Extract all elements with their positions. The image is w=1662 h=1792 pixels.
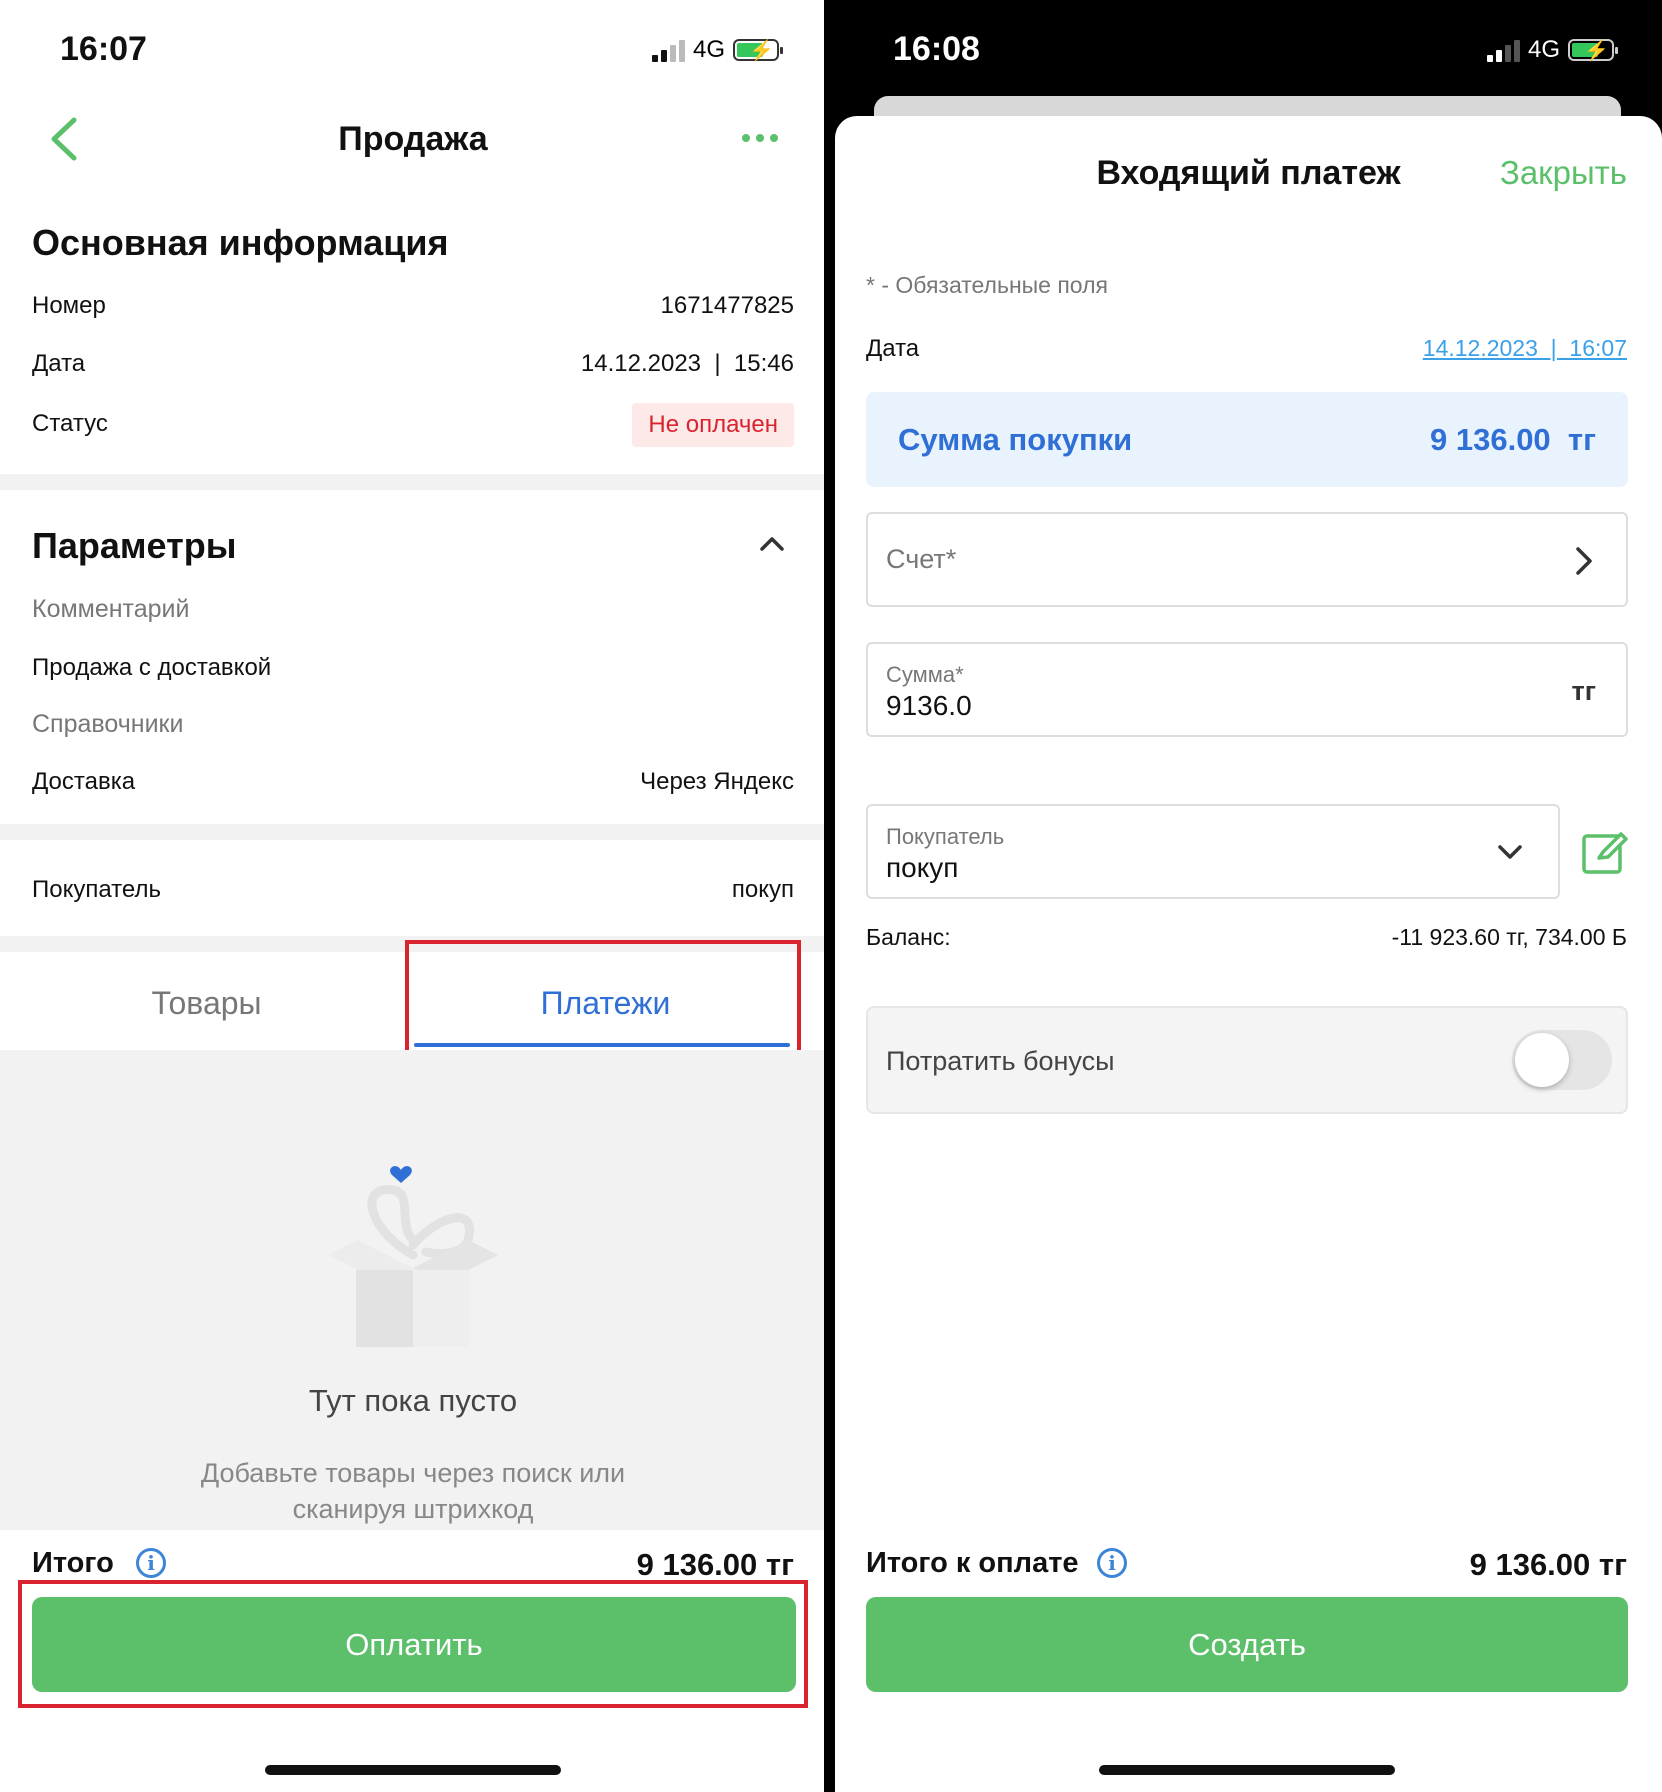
edit-icon [1582, 832, 1628, 874]
bonus-row: Потратить бонусы [866, 1006, 1628, 1114]
divider [0, 474, 824, 490]
comment-label: Комментарий [32, 595, 190, 623]
bonus-toggle[interactable] [1512, 1030, 1612, 1090]
toggle-knob [1515, 1033, 1569, 1087]
tab-products[interactable]: Товары [0, 985, 413, 1022]
total-value: 9 136.00 тг [636, 1547, 794, 1582]
signal-icon [1487, 38, 1520, 62]
close-button[interactable]: Закрыть [1500, 154, 1627, 192]
account-field[interactable]: Счет* [866, 512, 1628, 607]
chevron-down-icon [1498, 845, 1522, 859]
create-button[interactable]: Создать [866, 1597, 1628, 1692]
sum-value: 9136.0 [886, 690, 972, 721]
purchase-sum-label: Сумма покупки [898, 422, 1133, 457]
buyer-dropdown[interactable]: Покупатель покуп [866, 804, 1560, 899]
info-icon[interactable]: i [136, 1548, 166, 1578]
date-picker[interactable]: 14.12.2023 | 16:07 [1423, 335, 1627, 362]
incoming-payment-screen: 16:08 4G ⚡ Входящий платеж Закрыть * - О… [835, 0, 1662, 1792]
signal-icon [652, 38, 685, 62]
total-value: 9 136.00 тг [1469, 1547, 1627, 1582]
date-label: Дата [866, 335, 920, 362]
more-options-icon[interactable] [742, 128, 788, 148]
balance-value: -11 923.60 тг, 734.00 Б [1391, 924, 1627, 950]
delivery-value: Через Яндекс [640, 768, 794, 795]
buyer-value: покуп [886, 852, 959, 883]
sum-currency: тг [1571, 676, 1596, 706]
date-label: Дата [32, 350, 86, 377]
sum-label: Сумма* [886, 662, 964, 687]
purchase-sum-box: Сумма покупки 9 136.00 тг [866, 392, 1628, 487]
chevron-up-icon [760, 537, 784, 551]
buyer-value: покуп [731, 876, 794, 903]
empty-box-icon [318, 1160, 508, 1350]
info-icon[interactable]: i [1097, 1548, 1127, 1578]
buyer-label: Покупатель [886, 824, 1005, 849]
battery-icon: ⚡ [733, 39, 784, 62]
status-badge: Не оплачен [632, 403, 794, 447]
page-title: Продажа [338, 120, 488, 158]
empty-subtitle-line1: Добавьте товары через поиск или [200, 1458, 626, 1488]
required-note: * - Обязательные поля [866, 272, 1108, 298]
number-label: Номер [32, 292, 106, 319]
bonus-label: Потратить бонусы [886, 1046, 1115, 1076]
basic-info-title: Основная информация [32, 222, 449, 263]
battery-icon: ⚡ [1568, 39, 1619, 62]
highlight-box [405, 940, 801, 1066]
status-label: Статус [32, 410, 108, 437]
refs-label: Справочники [32, 710, 184, 738]
comment-value: Продажа с доставкой [32, 654, 272, 681]
date-value: 14.12.2023 | 15:46 [580, 350, 794, 377]
home-indicator [265, 1765, 561, 1775]
status-indicators: 4G ⚡ [652, 36, 784, 64]
number-value: 1671477825 [660, 292, 794, 319]
empty-subtitle-line2: сканируя штрихкод [292, 1494, 534, 1524]
total-label: Итого [32, 1547, 114, 1579]
account-placeholder: Счет* [886, 544, 957, 574]
delivery-label: Доставка [32, 768, 136, 795]
sum-field[interactable]: Сумма* 9136.0 тг [866, 642, 1628, 737]
status-time: 16:08 [893, 30, 980, 68]
collapse-button[interactable] [756, 530, 788, 556]
status-indicators: 4G ⚡ [1487, 36, 1619, 64]
modal-sheet: Входящий платеж Закрыть * - Обязательные… [835, 116, 1662, 1792]
status-time: 16:07 [60, 30, 147, 68]
empty-title: Тут пока пусто [308, 1383, 518, 1418]
network-type: 4G [693, 36, 726, 63]
params-title: Параметры [32, 525, 237, 566]
buyer-label: Покупатель [32, 876, 161, 903]
network-type: 4G [1528, 36, 1561, 63]
divider [0, 824, 824, 840]
chevron-right-icon [1576, 547, 1592, 575]
sale-screen: 16:07 4G ⚡ Продажа Основная информация Н… [0, 0, 826, 1792]
highlight-box [18, 1580, 808, 1708]
purchase-sum-value: 9 136.00 тг [1430, 422, 1596, 457]
edit-buyer-button[interactable] [1581, 828, 1629, 876]
home-indicator [1099, 1765, 1395, 1775]
total-label: Итого к оплате [866, 1547, 1079, 1579]
balance-label: Баланс: [866, 924, 951, 950]
